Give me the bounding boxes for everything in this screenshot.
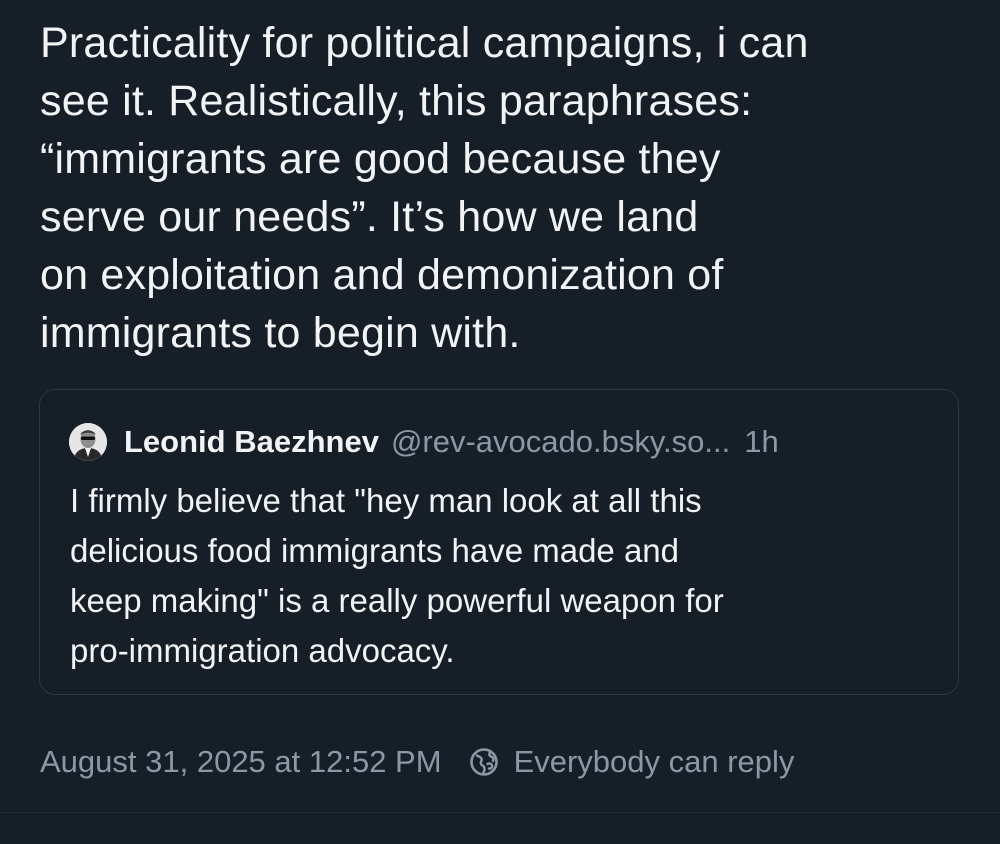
post-text: Practicality for political campaigns, i … — [40, 14, 970, 362]
post-text-line: immigrants to begin with. — [40, 309, 521, 357]
post-text-line: “immigrants are good because they — [40, 135, 721, 183]
reply-setting-label: Everybody can reply — [513, 744, 795, 779]
quoted-text-line: I firmly believe that "hey man look at a… — [70, 482, 702, 519]
avatar[interactable] — [69, 423, 107, 461]
post-text-line: on exploitation and demonization of — [40, 251, 724, 299]
post: Practicality for political campaigns, i … — [0, 0, 1000, 844]
avatar-image — [69, 423, 107, 461]
globe-icon — [469, 748, 498, 776]
quoted-text-line: pro-immigration advocacy. — [70, 632, 455, 669]
post-meta: August 31, 2025 at 12:52 PM Everybody ca… — [40, 740, 794, 784]
quoted-post-text: I firmly believe that "hey man look at a… — [70, 476, 940, 676]
quoted-post-header: Leonid Baezhnev @rev-avocado.bsky.so... … — [69, 422, 779, 462]
quoted-text-line: delicious food immigrants have made and — [70, 532, 680, 569]
quoted-author-name[interactable]: Leonid Baezhnev — [124, 424, 379, 460]
post-text-line: see it. Realistically, this paraphrases: — [40, 77, 753, 125]
post-timestamp: August 31, 2025 at 12:52 PM — [40, 744, 442, 779]
post-text-line: Practicality for political campaigns, i … — [40, 19, 809, 67]
quoted-author-handle[interactable]: @rev-avocado.bsky.so... — [391, 424, 730, 460]
post-text-line: serve our needs”. It’s how we land — [40, 193, 699, 241]
quoted-text-line: keep making" is a really powerful weapon… — [70, 582, 724, 619]
divider — [0, 812, 1000, 813]
quoted-post-age: 1h — [744, 424, 779, 459]
reply-setting[interactable]: Everybody can reply — [468, 744, 795, 780]
quoted-post-card[interactable]: Leonid Baezhnev @rev-avocado.bsky.so... … — [39, 389, 959, 695]
